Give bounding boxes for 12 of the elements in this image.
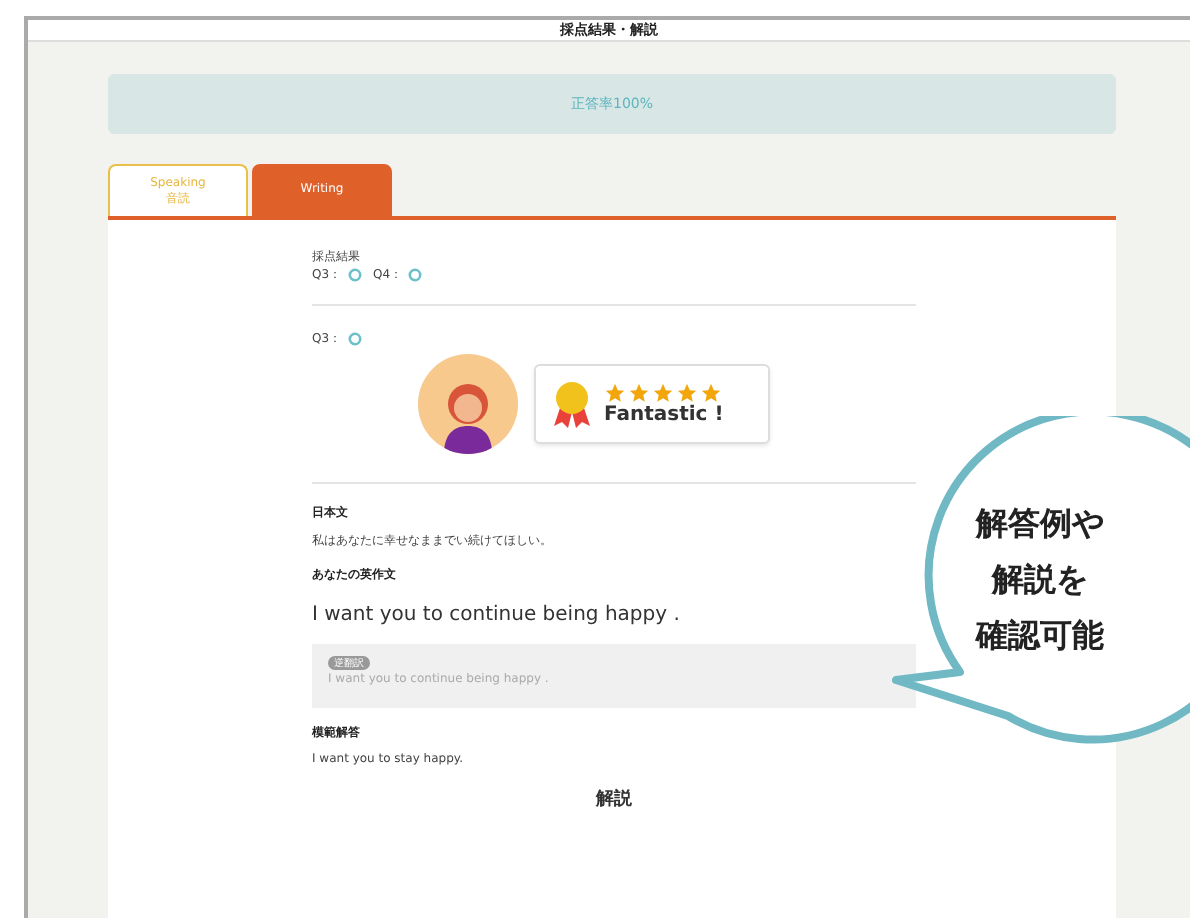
callout-text: 解答例や [976,504,1104,544]
callout-text: 確認可能 [976,616,1104,656]
callout-text: 解説を [992,560,1088,600]
star-icon [676,382,698,404]
star-icon [628,382,650,404]
star-icon [652,382,674,404]
star-icon [700,382,722,404]
user-answer: I want you to continue being happy . [312,604,682,626]
feedback-message: Fantastic ! [604,404,724,426]
star-icon [604,382,626,404]
explanation-heading: 解説 [593,786,634,812]
medal-icon [552,380,592,428]
